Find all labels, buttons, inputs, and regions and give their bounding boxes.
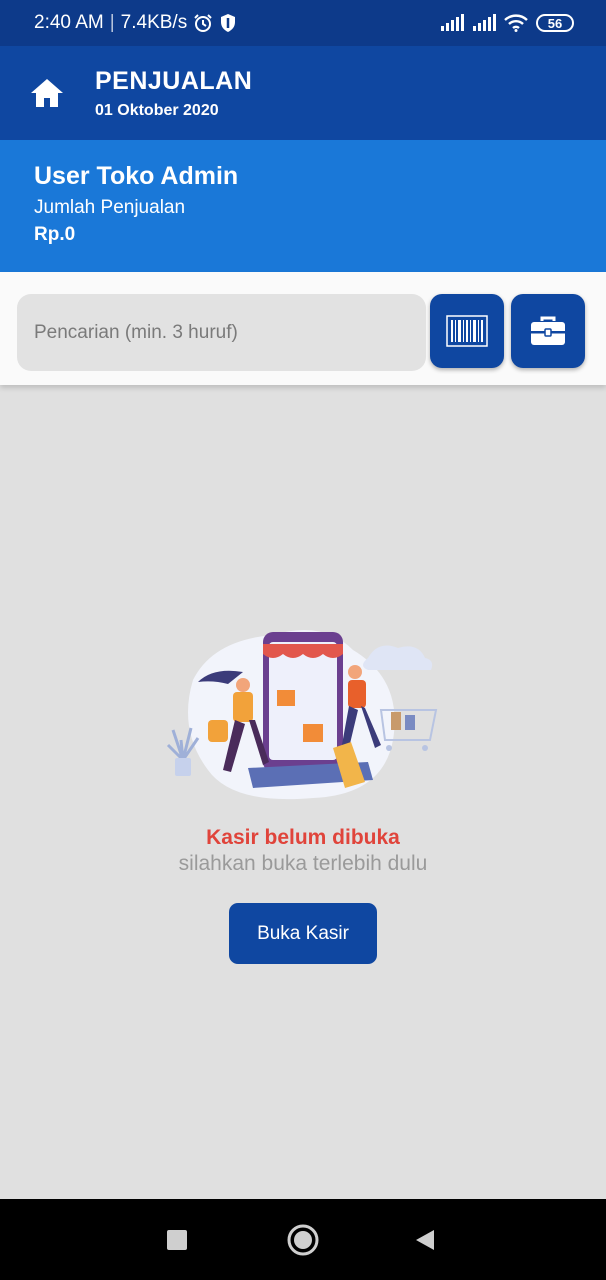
home-nav-button[interactable] <box>284 1221 322 1259</box>
user-name: User Toko Admin <box>34 162 239 190</box>
square-icon <box>167 1230 187 1250</box>
status-network-speed: 7.4KB/s <box>120 12 188 33</box>
app-bar: PENJUALAN 01 Oktober 2020 <box>0 46 606 140</box>
page-title: PENJUALAN <box>95 66 253 95</box>
home-icon <box>31 79 63 107</box>
barcode-icon <box>446 315 488 347</box>
battery-indicator: 56 <box>536 14 574 32</box>
home-button[interactable] <box>29 75 65 111</box>
shopping-illustration <box>166 630 438 800</box>
status-separator: | <box>109 12 115 33</box>
signal-icon-1 <box>440 14 464 32</box>
barcode-scan-button[interactable] <box>430 294 504 368</box>
alarm-icon <box>193 13 213 33</box>
back-nav-button[interactable] <box>410 1225 440 1255</box>
open-cashier-button[interactable]: Buka Kasir <box>229 903 377 964</box>
search-toolbar <box>0 272 606 385</box>
user-summary-panel: User Toko Admin Jumlah Penjualan Rp.0 <box>0 140 606 272</box>
status-time: 2:40 AM <box>34 12 104 33</box>
app-bar-titles: PENJUALAN 01 Oktober 2020 <box>95 67 252 120</box>
search-input[interactable] <box>17 294 426 371</box>
circle-icon <box>287 1224 319 1256</box>
empty-state-title: Kasir belum dibuka <box>206 826 400 849</box>
empty-state-subtitle: silahkan buka terlebih dulu <box>178 852 428 875</box>
page-date: 01 Oktober 2020 <box>95 101 219 119</box>
wifi-icon <box>504 14 528 32</box>
recent-apps-button[interactable] <box>162 1225 192 1255</box>
empty-state: Kasir belum dibuka silahkan buka terlebi… <box>0 620 606 964</box>
shield-icon <box>219 13 237 33</box>
cashier-button[interactable] <box>511 294 585 368</box>
status-bar: 2:40 AM | 7.4KB/s 56 <box>0 0 606 46</box>
briefcase-icon <box>531 316 565 345</box>
triangle-back-icon <box>416 1230 434 1250</box>
signal-icon-2 <box>472 14 496 32</box>
sales-amount: Rp.0 <box>34 224 76 245</box>
sales-label: Jumlah Penjualan <box>34 197 186 218</box>
system-nav-bar <box>0 1199 606 1280</box>
